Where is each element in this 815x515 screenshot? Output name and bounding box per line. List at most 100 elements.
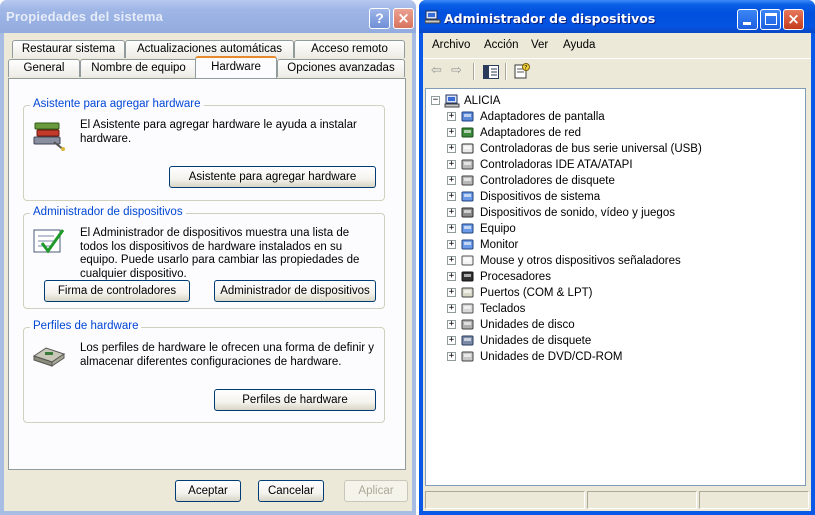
device-manager-titlebar[interactable]: Administrador de dispositivos × <box>419 0 815 33</box>
menu-bar: Archivo Acción Ver Ayuda <box>423 33 811 55</box>
expand-icon[interactable]: + <box>447 320 456 329</box>
menu-ver[interactable]: Ver <box>531 39 548 51</box>
window-title: Propiedades del sistema <box>6 9 164 24</box>
display-adapter-icon <box>461 111 474 122</box>
system-properties-window: Propiedades del sistema ? × Restaurar si… <box>0 0 416 515</box>
cancel-button[interactable]: Cancelar <box>258 480 324 502</box>
expand-icon[interactable]: + <box>447 304 456 313</box>
network-adapter-icon <box>461 127 474 138</box>
system-device-icon <box>461 191 474 202</box>
expand-icon[interactable]: + <box>447 336 456 345</box>
svg-text:?: ? <box>524 65 527 72</box>
tree-root-label: ALICIA <box>464 95 501 107</box>
device-manager-button[interactable]: Administrador de dispositivos <box>214 280 376 302</box>
close-button[interactable]: × <box>393 8 414 29</box>
menu-ayuda[interactable]: Ayuda <box>563 39 595 51</box>
expand-icon[interactable]: + <box>447 240 456 249</box>
tree-item-label: Monitor <box>480 239 519 251</box>
group-label: Asistente para agregar hardware <box>30 98 204 110</box>
expand-icon[interactable]: + <box>447 288 456 297</box>
floppy-controller-icon <box>461 175 474 186</box>
help-button[interactable]: ? <box>369 8 390 29</box>
tree-item-label: Unidades de disquete <box>480 335 592 347</box>
tree-item-label: Procesadores <box>480 271 551 283</box>
apply-button[interactable]: Aplicar <box>344 480 408 502</box>
group-label: Administrador de dispositivos <box>30 206 186 218</box>
hardware-profiles-icon <box>32 347 66 367</box>
system-properties-titlebar[interactable]: Propiedades del sistema ? × <box>0 0 416 33</box>
group-add-hardware-wizard: Asistente para agregar hardware El Asist… <box>23 98 385 201</box>
toolbar-separator <box>505 63 507 80</box>
keyboard-icon <box>461 303 474 314</box>
tree-item-label: Equipo <box>480 223 516 235</box>
disk-drive-icon <box>461 319 474 330</box>
group-hardware-profiles: Perfiles de hardware Los perfiles de har… <box>23 320 385 423</box>
tab-opciones-avanzadas[interactable]: Opciones avanzadas <box>277 59 405 77</box>
tree-item-label: Adaptadores de pantalla <box>480 111 605 123</box>
hardware-tab-panel: Asistente para agregar hardware El Asist… <box>8 78 406 470</box>
ok-button[interactable]: Aceptar <box>175 480 241 502</box>
tree-item-label: Controladores de disquete <box>480 175 615 187</box>
usb-icon <box>461 143 474 154</box>
menu-accion[interactable]: Acción <box>484 39 519 51</box>
group-device-manager: Administrador de dispositivos El Adminis… <box>23 206 385 309</box>
tab-nombre-de-equipo[interactable]: Nombre de equipo <box>80 59 197 77</box>
expand-icon[interactable]: + <box>447 176 456 185</box>
tab-general[interactable]: General <box>8 59 80 77</box>
device-tree: − ALICIA + Adaptadores de pantalla + Adapta… <box>425 88 806 486</box>
tab-acceso-remoto[interactable]: Acceso remoto <box>294 40 405 58</box>
device-manager-body: Archivo Acción Ver Ayuda ⇦ ⇨ ? − ALICIA … <box>423 33 811 511</box>
expand-icon[interactable]: + <box>447 256 456 265</box>
device-manager-window: Administrador de dispositivos × Archivo … <box>419 0 815 515</box>
mouse-icon <box>461 255 474 266</box>
tree-item-label: Controladoras IDE ATA/ATAPI <box>480 159 633 171</box>
menu-archivo[interactable]: Archivo <box>432 39 470 51</box>
close-button[interactable]: × <box>783 9 804 30</box>
properties-icon[interactable]: ? <box>514 63 530 79</box>
show-hide-tree-icon[interactable] <box>483 64 499 80</box>
tree-item-label: Dispositivos de sonido, vídeo y juegos <box>480 207 675 219</box>
expand-icon[interactable]: + <box>447 144 456 153</box>
back-arrow-icon[interactable]: ⇦ <box>431 63 442 79</box>
minimize-button[interactable] <box>737 9 758 30</box>
monitor-icon <box>461 239 474 250</box>
device-manager-description: El Administrador de dispositivos muestra… <box>80 227 360 280</box>
expand-icon[interactable]: + <box>447 192 456 201</box>
tab-hardware[interactable]: Hardware <box>195 56 277 78</box>
status-cell <box>699 491 809 509</box>
expand-icon[interactable]: + <box>447 160 456 169</box>
expand-icon[interactable]: + <box>447 128 456 137</box>
driver-signing-button[interactable]: Firma de controladores <box>44 280 190 302</box>
computer-icon <box>461 223 474 234</box>
computer-icon <box>444 94 460 108</box>
expand-icon[interactable]: + <box>447 352 456 361</box>
forward-arrow-icon[interactable]: ⇨ <box>451 63 462 79</box>
tree-item-label: Unidades de disco <box>480 319 575 331</box>
system-properties-body: Restaurar sistema Actualizaciones automá… <box>4 33 412 511</box>
hardware-wizard-icon <box>33 122 65 151</box>
port-icon <box>461 287 474 298</box>
toolbar: ⇦ ⇨ ? <box>423 58 811 82</box>
wizard-description: El Asistente para agregar hardware le ay… <box>80 119 357 145</box>
collapse-icon[interactable]: − <box>431 96 440 105</box>
device-manager-checklist-icon <box>33 229 65 254</box>
tree-item-label: Puertos (COM & LPT) <box>480 287 593 299</box>
toolbar-separator <box>473 63 475 80</box>
status-cell <box>425 491 585 509</box>
expand-icon[interactable]: + <box>447 224 456 233</box>
group-label: Perfiles de hardware <box>30 320 142 332</box>
maximize-button[interactable] <box>760 9 781 30</box>
expand-icon[interactable]: + <box>447 208 456 217</box>
computer-title-icon <box>425 10 441 24</box>
status-cell <box>587 491 697 509</box>
processor-icon <box>461 271 474 282</box>
tab-restaurar-sistema[interactable]: Restaurar sistema <box>12 40 125 58</box>
expand-icon[interactable]: + <box>447 112 456 121</box>
status-bar <box>425 489 809 509</box>
minimize-icon <box>743 22 751 25</box>
window-title: Administrador de dispositivos <box>444 11 656 26</box>
hardware-profiles-description: Los perfiles de hardware le ofrecen una … <box>80 342 375 368</box>
expand-icon[interactable]: + <box>447 272 456 281</box>
hardware-profiles-button[interactable]: Perfiles de hardware <box>214 389 376 411</box>
add-hardware-wizard-button[interactable]: Asistente para agregar hardware <box>169 166 376 188</box>
